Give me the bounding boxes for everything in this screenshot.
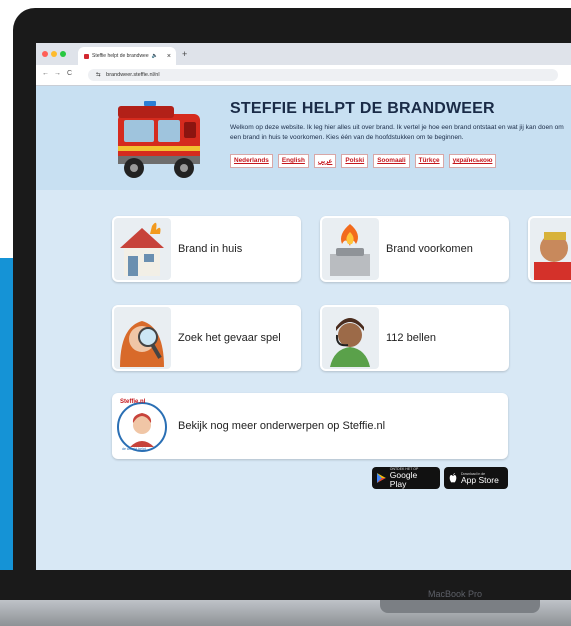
house-fire-icon: [114, 218, 171, 280]
steffie-logo-text: Steffie.nl: [120, 399, 146, 405]
google-play-icon: [377, 473, 386, 483]
fire-truck-icon: [118, 101, 200, 178]
forward-button[interactable]: →: [54, 70, 61, 77]
person-portrait-icon: [530, 218, 571, 280]
operator-headset-icon: [322, 307, 379, 369]
favicon-icon: [84, 53, 89, 59]
apple-icon: [449, 473, 457, 483]
close-tab-icon[interactable]: ×: [167, 53, 171, 60]
google-play-badge[interactable]: ONTDEK HET OP Google Play: [372, 467, 440, 489]
lang-link-en[interactable]: English: [277, 154, 309, 168]
laptop-hinge-notch: [380, 600, 540, 613]
reload-button[interactable]: C: [67, 70, 72, 77]
close-window-dot[interactable]: [42, 51, 48, 57]
lang-link-tr[interactable]: Türkçe: [414, 154, 444, 168]
address-bar: ← → C ⇆ brandweer.steffie.nl/nl: [36, 65, 571, 86]
laptop-bezel: Steffie helpt de brandwee 🔈 × + ← → C ⇆ …: [13, 8, 571, 598]
page-header: STEFFIE HELPT DE BRANDWEER Welkom op dez…: [36, 86, 571, 190]
card-brand-voorkomen[interactable]: Brand voorkomen: [320, 216, 509, 282]
browser-tab[interactable]: Steffie helpt de brandwee 🔈 ×: [78, 47, 176, 65]
card-label: Bekijk nog meer onderwerpen op Steffie.n…: [178, 420, 386, 432]
maximize-window-dot[interactable]: [60, 51, 66, 57]
lang-link-uk[interactable]: українською: [448, 154, 497, 168]
laptop-bottom-bezel: [0, 570, 571, 600]
tab-title: Steffie helpt de brandwee: [92, 53, 149, 59]
card-label: 112 bellen: [386, 332, 436, 344]
speaker-icon[interactable]: 🔈: [152, 53, 158, 59]
stove-fire-icon: [322, 218, 379, 280]
lang-link-ar[interactable]: عربي: [313, 154, 337, 168]
intro-text: Welkom op deze website. Ik leg hier alle…: [230, 124, 564, 141]
minimize-window-dot[interactable]: [51, 51, 57, 57]
magnifier-girl-icon: [114, 307, 171, 369]
google-play-big-text: Google Play: [389, 470, 418, 489]
card-partial[interactable]: [528, 216, 571, 282]
lang-link-so[interactable]: Soomaali: [373, 154, 410, 168]
card-bekijk-meer-steffie[interactable]: Steffie.nl de wereld helpt Bekijk nog me…: [112, 393, 508, 459]
card-label: Brand in huis: [178, 243, 243, 255]
app-store-badge[interactable]: Download in de App Store: [444, 467, 508, 489]
back-button[interactable]: ←: [42, 70, 49, 77]
lang-link-nl[interactable]: Nederlands: [230, 154, 273, 168]
lang-link-pl[interactable]: Polski: [341, 154, 369, 168]
laptop-screen: Steffie helpt de brandwee 🔈 × + ← → C ⇆ …: [36, 43, 571, 570]
card-brand-in-huis[interactable]: Brand in huis: [112, 216, 301, 282]
url-field[interactable]: ⇆ brandweer.steffie.nl/nl: [88, 69, 558, 81]
card-zoek-het-gevaar-spel[interactable]: Zoek het gevaar spel: [112, 305, 301, 371]
url-text: brandweer.steffie.nl/nl: [106, 72, 160, 78]
card-label: Zoek het gevaar spel: [178, 332, 281, 344]
new-tab-button[interactable]: +: [182, 49, 187, 59]
card-112-bellen[interactable]: 112 bellen: [320, 305, 509, 371]
app-store-big-text: App Store: [461, 474, 499, 485]
steffie-logo-subtext: de wereld helpt: [122, 447, 146, 451]
language-switcher: Nederlands English عربي Polski Soomaali …: [230, 154, 497, 168]
web-page: STEFFIE HELPT DE BRANDWEER Welkom op dez…: [36, 86, 571, 570]
page-title: STEFFIE HELPT DE BRANDWEER: [230, 100, 495, 117]
device-brand-label: MacBook Pro: [428, 589, 483, 599]
site-info-icon[interactable]: ⇆: [96, 72, 101, 78]
card-label: Brand voorkomen: [386, 243, 473, 255]
browser-tab-bar: Steffie helpt de brandwee 🔈 × +: [36, 43, 571, 65]
